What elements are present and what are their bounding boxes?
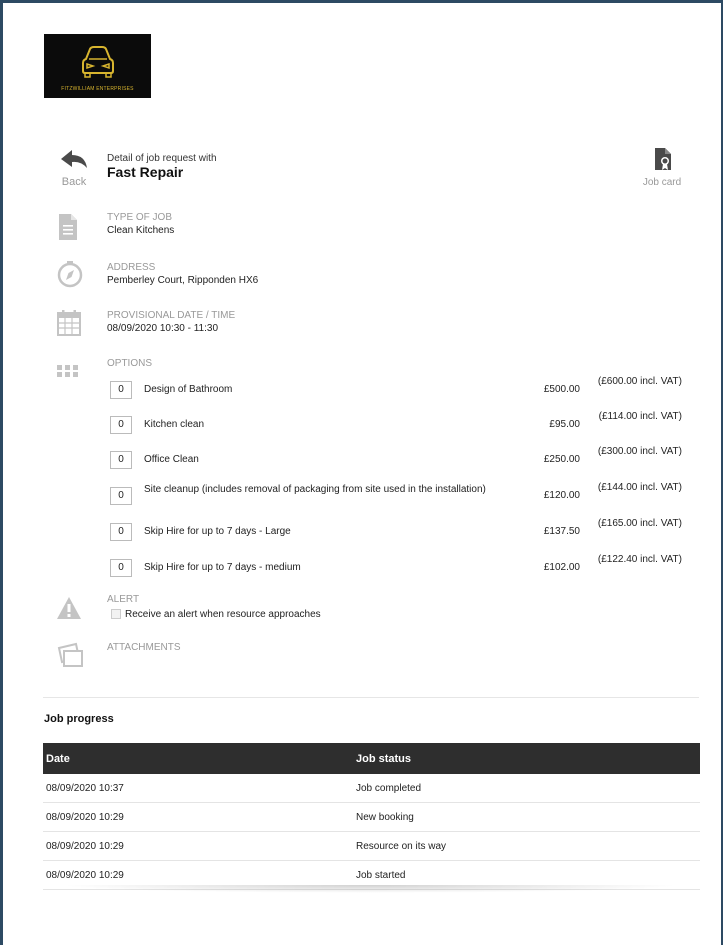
warning-icon xyxy=(56,596,84,624)
quantity-input[interactable]: 0 xyxy=(110,381,132,399)
row-status: New booking xyxy=(356,812,414,823)
table-row: 08/09/2020 10:37 Job completed xyxy=(43,774,700,803)
option-price: £120.00 xyxy=(543,490,580,501)
row-status: Resource on its way xyxy=(356,841,447,852)
row-status: Job started xyxy=(356,870,406,881)
job-card-label: Job card xyxy=(642,177,682,188)
address-value: Pemberley Court, Ripponden HX6 xyxy=(107,275,259,286)
table-shadow xyxy=(60,885,680,893)
option-row: 0 Skip Hire for up to 7 days - Large £13… xyxy=(110,518,690,547)
car-logo-icon xyxy=(82,46,114,78)
option-row: 0 Office Clean £250.00 (£300.00 incl. VA… xyxy=(110,446,690,475)
option-name: Kitchen clean xyxy=(144,419,205,430)
calendar-icon xyxy=(56,309,84,337)
option-row: 0 Kitchen clean £95.00 (£114.00 incl. VA… xyxy=(110,411,690,440)
option-row: 0 Design of Bathroom £500.00 (£600.00 in… xyxy=(110,376,690,405)
option-name: Design of Bathroom xyxy=(144,384,233,395)
compass-icon xyxy=(56,260,84,288)
row-date: 08/09/2020 10:37 xyxy=(46,783,124,794)
option-name: Office Clean xyxy=(144,454,199,465)
grid-icon xyxy=(56,364,84,392)
page-subtitle: Detail of job request with xyxy=(107,153,217,164)
row-status: Job completed xyxy=(356,783,422,794)
company-logo: FITZWILLIAM ENTERPRISES xyxy=(44,34,151,98)
back-label: Back xyxy=(61,176,87,188)
row-date: 08/09/2020 10:29 xyxy=(46,812,124,823)
quantity-input[interactable]: 0 xyxy=(110,487,132,505)
type-of-job-label: TYPE OF JOB xyxy=(107,212,173,223)
option-name: Skip Hire for up to 7 days - medium xyxy=(144,562,301,573)
option-price: £137.50 xyxy=(543,526,580,537)
job-card-icon xyxy=(655,148,671,170)
option-price: £250.00 xyxy=(543,454,580,465)
job-progress-title: Job progress xyxy=(44,713,114,725)
back-arrow-icon xyxy=(61,150,87,168)
logo-text: FITZWILLIAM ENTERPRISES xyxy=(61,86,134,92)
document-icon xyxy=(56,213,84,241)
address-label: ADDRESS xyxy=(107,262,156,273)
alert-checkbox-label: Receive an alert when resource approache… xyxy=(125,609,321,620)
job-progress-table: Date Job status 08/09/2020 10:37 Job com… xyxy=(43,743,700,890)
photos-icon xyxy=(56,642,84,670)
option-name: Skip Hire for up to 7 days - Large xyxy=(144,526,291,537)
option-vat-price: (£122.40 incl. VAT) xyxy=(597,554,682,565)
options-label: OPTIONS xyxy=(107,358,153,369)
option-price: £95.00 xyxy=(549,419,580,430)
table-header: Date Job status xyxy=(43,743,700,774)
status-column-header: Job status xyxy=(356,753,412,765)
quantity-input[interactable]: 0 xyxy=(110,451,132,469)
alert-checkbox-row[interactable]: Receive an alert when resource approache… xyxy=(111,609,321,620)
page-title: Fast Repair xyxy=(107,164,184,180)
table-row: 08/09/2020 10:29 Resource on its way xyxy=(43,832,700,861)
provisional-value: 08/09/2020 10:30 - 11:30 xyxy=(107,323,219,334)
job-card-button[interactable]: Job card xyxy=(632,146,692,188)
table-row: 08/09/2020 10:29 New booking xyxy=(43,803,700,832)
alert-label: ALERT xyxy=(107,594,140,605)
option-vat-price: (£114.00 incl. VAT) xyxy=(598,411,682,422)
option-row: 0 Site cleanup (includes removal of pack… xyxy=(110,482,690,511)
section-divider xyxy=(43,697,699,698)
option-price: £500.00 xyxy=(543,384,580,395)
row-date: 08/09/2020 10:29 xyxy=(46,841,124,852)
quantity-input[interactable]: 0 xyxy=(110,416,132,434)
quantity-input[interactable]: 0 xyxy=(110,559,132,577)
option-vat-price: (£165.00 incl. VAT) xyxy=(597,518,682,529)
attachments-label: ATTACHMENTS xyxy=(107,642,181,653)
provisional-label: PROVISIONAL DATE / TIME xyxy=(107,310,236,321)
option-vat-price: (£300.00 incl. VAT) xyxy=(597,446,682,457)
quantity-input[interactable]: 0 xyxy=(110,523,132,541)
option-vat-price: (£600.00 incl. VAT) xyxy=(597,376,682,387)
option-price: £102.00 xyxy=(543,562,580,573)
date-column-header: Date xyxy=(46,753,70,765)
alert-checkbox[interactable] xyxy=(111,609,121,619)
option-vat-price: (£144.00 incl. VAT) xyxy=(597,482,682,493)
row-date: 08/09/2020 10:29 xyxy=(46,870,124,881)
back-button[interactable]: Back xyxy=(58,148,90,188)
type-of-job-value: Clean Kitchens xyxy=(107,225,175,236)
option-name: Site cleanup (includes removal of packag… xyxy=(144,484,486,495)
option-row: 0 Skip Hire for up to 7 days - medium £1… xyxy=(110,554,690,583)
